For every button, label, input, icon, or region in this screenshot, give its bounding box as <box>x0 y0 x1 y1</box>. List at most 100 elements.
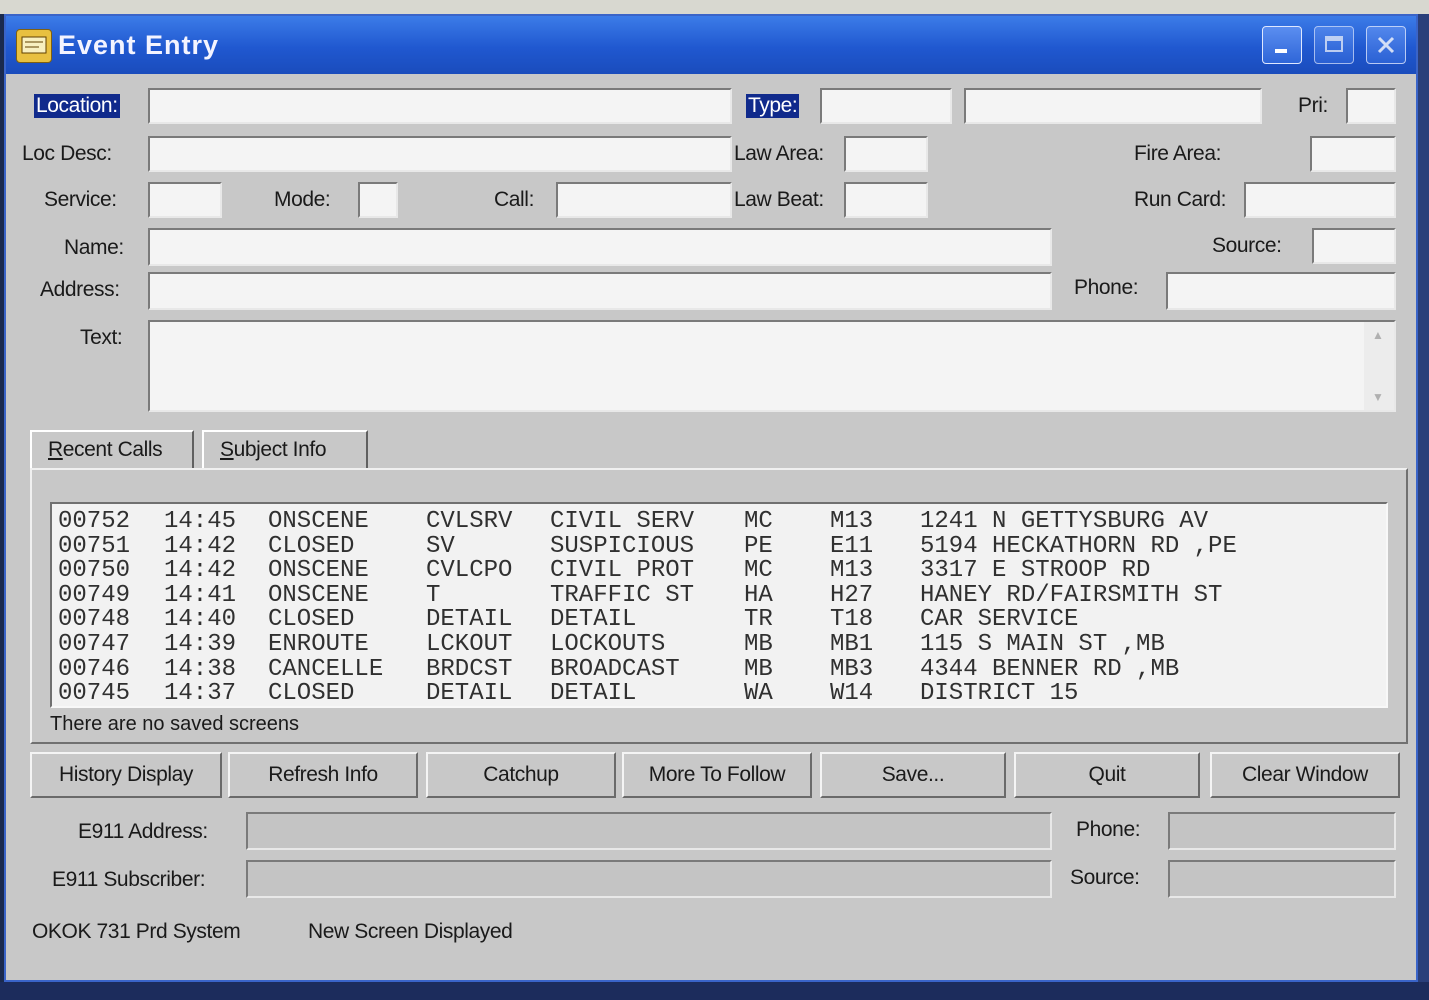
call-code: DETAIL <box>426 606 513 634</box>
address-field[interactable] <box>148 272 1052 310</box>
name-field[interactable] <box>148 228 1052 266</box>
call-description: DETAIL <box>550 680 637 708</box>
call-location: 115 S MAIN ST ,MB <box>920 631 1165 658</box>
call-time: 14:42 <box>164 557 237 585</box>
call-status: ONSCENE <box>268 557 369 585</box>
fire-area-input[interactable] <box>1312 138 1394 170</box>
address-input[interactable] <box>150 274 1050 308</box>
call-code: T <box>426 581 441 609</box>
call-time: 14:45 <box>164 508 237 535</box>
call-field[interactable] <box>556 182 732 218</box>
source-input[interactable] <box>1314 230 1394 262</box>
title-bar[interactable]: Event Entry <box>6 16 1416 74</box>
event-entry-window: Event Entry Location: Type: Pri: Loc Des… <box>4 14 1418 982</box>
recent-call-row[interactable]: 00747 14:39 ENROUTE LCKOUT LOCKOUTS MB MB1 115 … <box>58 631 1378 658</box>
call-description: DETAIL <box>550 606 637 634</box>
pri-field[interactable] <box>1346 88 1396 124</box>
service-input[interactable] <box>150 184 220 216</box>
recent-call-row[interactable]: 00749 14:41 ONSCENE T TRAFFIC ST HA H27 HANEY R… <box>58 581 1378 609</box>
law-beat-field[interactable] <box>844 182 928 218</box>
type-description-input[interactable] <box>966 90 1260 122</box>
text-scrollbar[interactable]: ▲ ▼ <box>1364 322 1394 410</box>
save-button[interactable]: Save... <box>820 752 1006 798</box>
call-unit: T18 <box>830 606 874 634</box>
pri-input[interactable] <box>1348 90 1394 122</box>
tab-recent-calls-accel: R <box>48 438 63 461</box>
desktop-background <box>1418 14 1429 1000</box>
maximize-button[interactable] <box>1314 26 1354 64</box>
call-location: DISTRICT 15 <box>920 680 1079 708</box>
recent-call-row[interactable]: 00748 14:40 CLOSED DETAIL DETAIL TR T18 CAR SER… <box>58 606 1378 634</box>
type-description-field[interactable] <box>964 88 1262 124</box>
e911-subscriber-input <box>248 862 1050 896</box>
recent-call-row[interactable]: 00752 14:45 ONSCENE CVLSRV CIVIL SERV MC M13 12… <box>58 508 1378 535</box>
service-field[interactable] <box>148 182 222 218</box>
type-input[interactable] <box>822 90 950 122</box>
phone-input[interactable] <box>1168 274 1394 308</box>
call-agency: HA <box>744 581 773 609</box>
call-agency: TR <box>744 606 773 634</box>
call-status: ONSCENE <box>268 508 369 535</box>
text-area[interactable]: ▲ ▼ <box>148 320 1396 412</box>
source-label: Source: <box>1212 234 1282 257</box>
call-agency: MC <box>744 508 773 535</box>
fire-area-field[interactable] <box>1310 136 1396 172</box>
tab-recent-calls[interactable]: Recent Calls <box>30 430 194 470</box>
pri-label: Pri: <box>1298 94 1328 117</box>
mode-label: Mode: <box>274 188 331 211</box>
call-description: CIVIL PROT <box>550 557 695 585</box>
call-code: CVLSRV <box>426 508 513 535</box>
recent-call-row[interactable]: 00746 14:38 CANCELLE BRDCST BROADCAST MB MB3 43… <box>58 655 1378 683</box>
call-label: Call: <box>494 188 535 211</box>
run-card-field[interactable] <box>1244 182 1396 218</box>
law-area-field[interactable] <box>844 136 928 172</box>
call-input[interactable] <box>558 184 730 216</box>
tab-subject-info-accel: S <box>220 438 234 461</box>
run-card-label: Run Card: <box>1134 188 1227 211</box>
type-code-field[interactable] <box>820 88 952 124</box>
minimize-button[interactable] <box>1262 26 1302 64</box>
recent-call-row[interactable]: 00745 14:37 CLOSED DETAIL DETAIL WA W14 DISTRIC… <box>58 680 1378 708</box>
quit-button[interactable]: Quit <box>1014 752 1200 798</box>
scroll-up-icon[interactable]: ▲ <box>1372 328 1386 342</box>
history-display-button[interactable]: History Display <box>30 752 222 798</box>
location-input[interactable] <box>150 90 730 122</box>
refresh-info-button[interactable]: Refresh Info <box>228 752 418 798</box>
call-description: SUSPICIOUS <box>550 532 695 560</box>
mode-field[interactable] <box>358 182 398 218</box>
call-status: CLOSED <box>268 680 355 708</box>
clear-window-button[interactable]: Clear Window <box>1210 752 1400 798</box>
catchup-button[interactable]: Catchup <box>426 752 616 798</box>
call-location: 4344 BENNER RD ,MB <box>920 655 1180 683</box>
recent-call-row[interactable]: 00750 14:42 ONSCENE CVLCPO CIVIL PROT MC M13 33… <box>58 557 1378 585</box>
recent-call-row[interactable]: 00751 14:42 CLOSED SV SUSPICIOUS PE E11 5194 HE… <box>58 532 1378 560</box>
recent-calls-list[interactable]: 00752 14:45 ONSCENE CVLSRV CIVIL SERV MC M13 12… <box>50 502 1388 708</box>
mode-input[interactable] <box>360 184 396 216</box>
law-area-input[interactable] <box>846 138 926 170</box>
call-location: CAR SERVICE <box>920 606 1079 634</box>
screen-status: New Screen Displayed <box>308 920 513 943</box>
phone-field[interactable] <box>1166 272 1396 310</box>
e911-address-input <box>248 814 1050 848</box>
source-field[interactable] <box>1312 228 1396 264</box>
call-status: CLOSED <box>268 606 355 634</box>
tab-subject-info[interactable]: Subject Info <box>202 430 368 470</box>
loc-desc-input[interactable] <box>150 138 730 170</box>
name-input[interactable] <box>150 230 1050 264</box>
loc-desc-field[interactable] <box>148 136 732 172</box>
call-code: LCKOUT <box>426 631 513 658</box>
type-label: Type: <box>746 94 800 118</box>
more-to-follow-button[interactable]: More To Follow <box>622 752 812 798</box>
call-location: 1241 N GETTYSBURG AV <box>920 508 1209 535</box>
law-beat-label: Law Beat: <box>734 188 824 211</box>
scroll-down-icon[interactable]: ▼ <box>1372 390 1386 404</box>
window-title: Event Entry <box>58 30 220 60</box>
call-time: 14:41 <box>164 581 237 609</box>
run-card-input[interactable] <box>1246 184 1394 216</box>
location-field[interactable] <box>148 88 732 124</box>
call-agency: MC <box>744 557 773 585</box>
location-label: Location: <box>34 94 120 118</box>
law-beat-input[interactable] <box>846 184 926 216</box>
close-button[interactable] <box>1366 26 1406 64</box>
text-input[interactable] <box>150 322 1362 410</box>
